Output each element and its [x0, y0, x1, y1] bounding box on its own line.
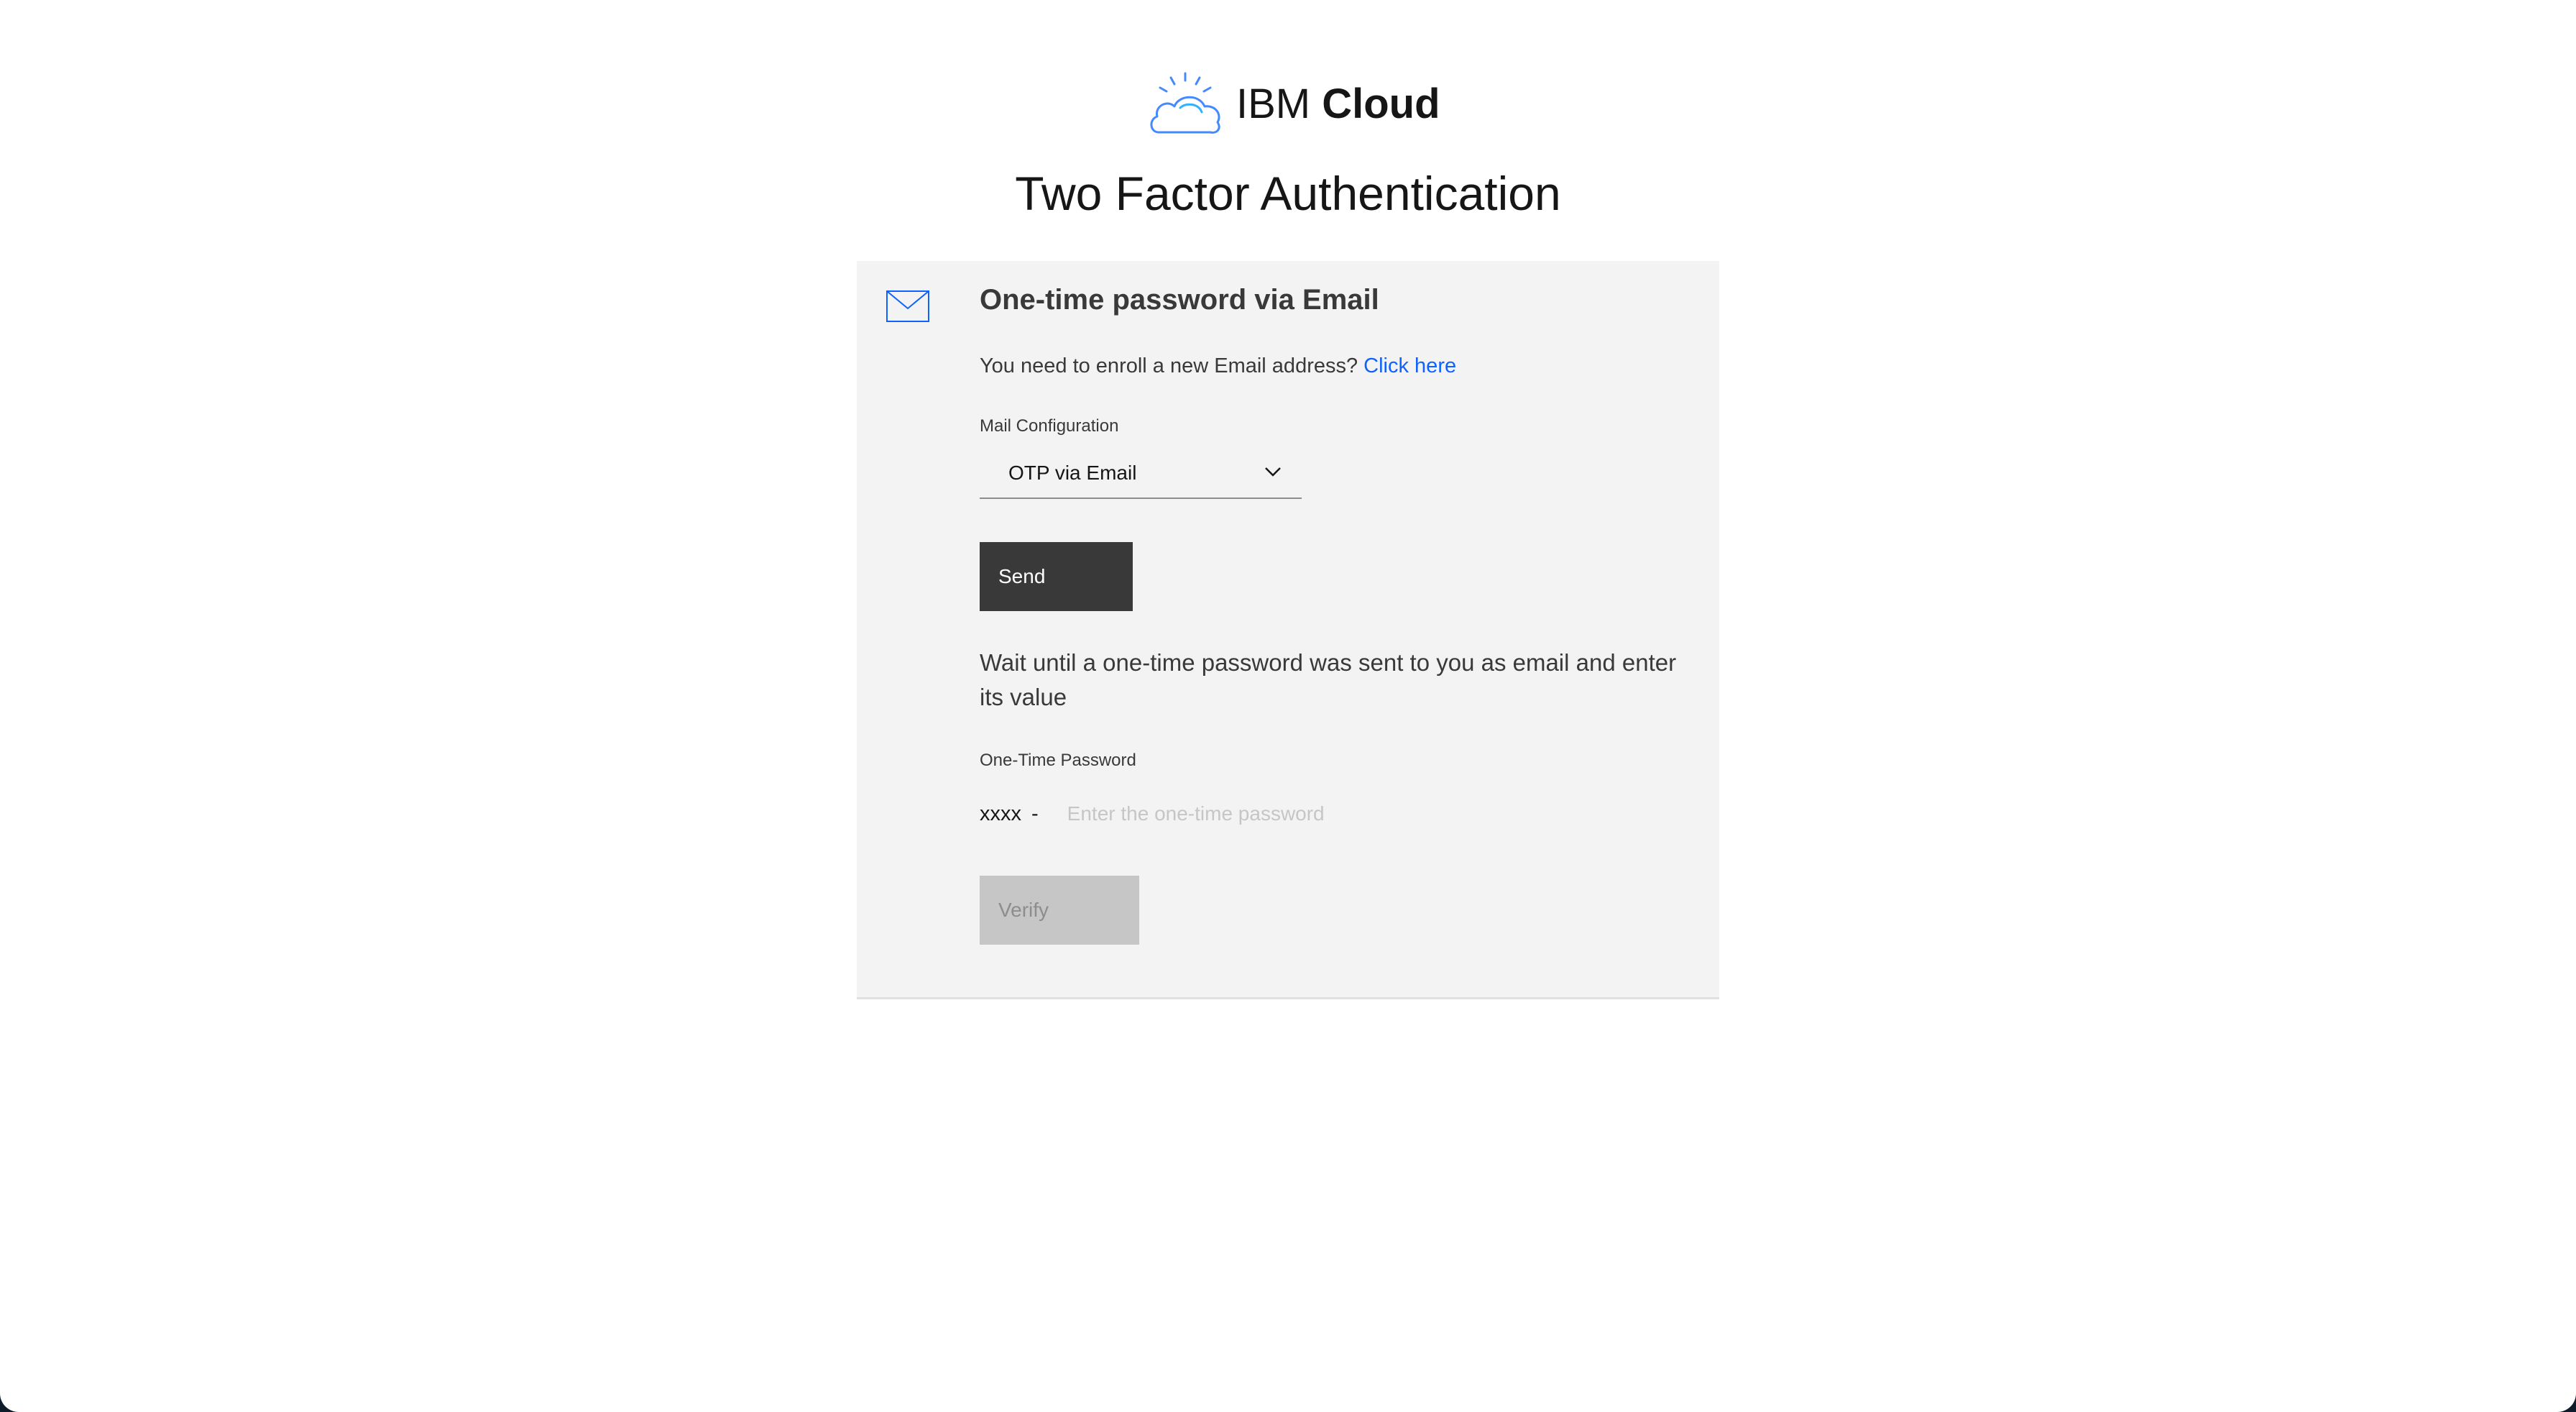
- brand-name: IBM Cloud: [1236, 80, 1440, 128]
- otp-input[interactable]: [1067, 802, 1614, 825]
- enroll-text: You need to enroll a new Email address?: [980, 354, 1358, 377]
- chevron-down-icon: [1265, 467, 1281, 477]
- otp-separator: -: [1031, 802, 1039, 825]
- brand-name-light: IBM: [1236, 80, 1311, 127]
- window-corner-left: [0, 1375, 37, 1412]
- send-button[interactable]: Send: [980, 542, 1133, 611]
- enroll-message: You need to enroll a new Email address? …: [980, 354, 1456, 378]
- ibm-cloud-logo-icon: [1150, 72, 1220, 134]
- brand-logo: IBM Cloud: [1147, 70, 1440, 137]
- mail-configuration-select[interactable]: OTP via Email: [980, 449, 1302, 499]
- otp-label: One-Time Password: [980, 751, 1136, 770]
- verify-button[interactable]: Verify: [980, 876, 1139, 945]
- otp-email-panel: One-time password via Email You need to …: [857, 261, 1719, 999]
- otp-prefix: xxxx: [980, 802, 1021, 825]
- enroll-link[interactable]: Click here: [1363, 354, 1456, 377]
- wait-instruction: Wait until a one-time password was sent …: [980, 649, 1677, 710]
- mail-icon: [886, 290, 929, 322]
- mail-configuration-label: Mail Configuration: [980, 416, 1119, 436]
- brand-name-bold: Cloud: [1322, 80, 1440, 127]
- panel-title: One-time password via Email: [980, 284, 1379, 316]
- page-title: Two Factor Authentication: [1015, 167, 1561, 220]
- window-corner-right: [2539, 1375, 2576, 1412]
- mail-configuration-value: OTP via Email: [1008, 462, 1137, 484]
- otp-field-row: xxxx -: [980, 797, 1691, 831]
